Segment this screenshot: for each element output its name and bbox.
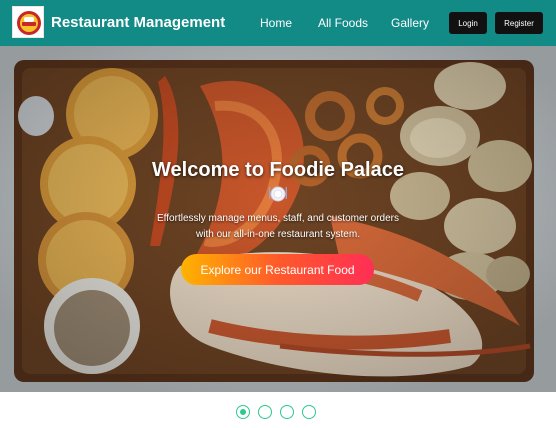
nav-gallery-link[interactable]: Gallery <box>391 16 429 30</box>
hero-description: Effortlessly manage menus, staff, and cu… <box>157 213 399 240</box>
hero-banner: Welcome to Foodie Palace Effortlessly ma… <box>0 46 556 392</box>
navbar: Restaurant Management Home All Foods Gal… <box>0 0 556 46</box>
login-button[interactable]: Login <box>449 12 487 34</box>
nav-all-foods-link[interactable]: All Foods <box>318 16 368 30</box>
restaurant-logo[interactable] <box>12 6 44 38</box>
register-button[interactable]: Register <box>495 12 543 34</box>
carousel-dot-4[interactable] <box>302 405 316 419</box>
explore-food-button[interactable]: Explore our Restaurant Food <box>181 254 374 285</box>
carousel-dot-3[interactable] <box>280 405 294 419</box>
carousel-dot-1[interactable] <box>236 405 250 419</box>
brand-title: Restaurant Management <box>51 14 226 31</box>
hero-title: Welcome to Foodie Palace <box>152 159 404 181</box>
nav-home-link[interactable]: Home <box>260 16 292 30</box>
carousel-dot-2[interactable] <box>258 405 272 419</box>
plate-icon <box>269 186 287 202</box>
